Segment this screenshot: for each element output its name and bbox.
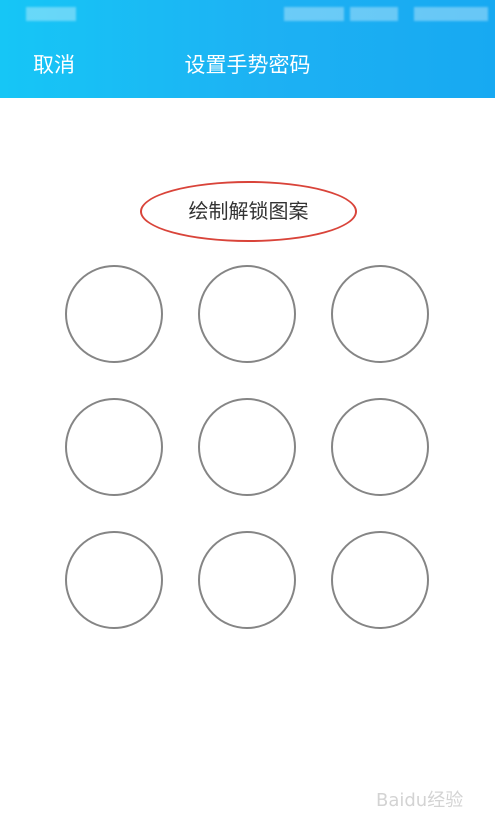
pattern-dot-9[interactable] bbox=[331, 531, 429, 629]
pattern-dot-6[interactable] bbox=[331, 398, 429, 496]
status-bar-left-blurred bbox=[26, 7, 76, 21]
pattern-dot-8[interactable] bbox=[198, 531, 296, 629]
watermark: Baidu经验 bbox=[376, 790, 464, 811]
prompt-text: 绘制解锁图案 bbox=[188, 199, 309, 223]
status-bar-right-blurred bbox=[414, 7, 488, 21]
pattern-dot-4[interactable] bbox=[65, 398, 163, 496]
header-bar: 设置手势密码 取消 bbox=[0, 0, 495, 98]
pattern-dot-7[interactable] bbox=[65, 531, 163, 629]
pattern-dot-2[interactable] bbox=[198, 265, 296, 363]
cancel-button[interactable]: 取消 bbox=[33, 50, 75, 80]
status-bar-right-blurred bbox=[284, 7, 344, 21]
pattern-dot-3[interactable] bbox=[331, 265, 429, 363]
draw-pattern-prompt: 绘制解锁图案 bbox=[140, 181, 357, 242]
status-bar-right-blurred bbox=[350, 7, 398, 21]
pattern-dot-5[interactable] bbox=[198, 398, 296, 496]
pattern-dot-1[interactable] bbox=[65, 265, 163, 363]
